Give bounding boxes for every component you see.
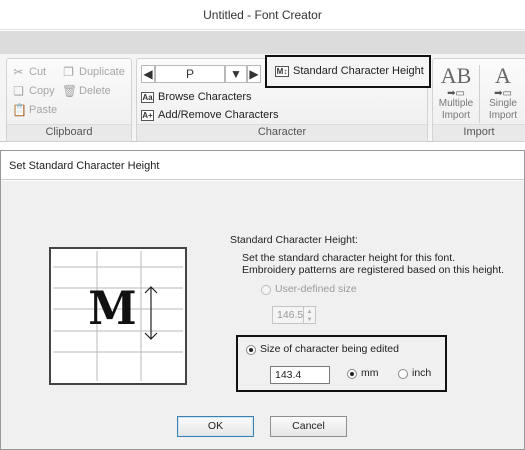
copy-label: Copy [29,85,55,97]
clipboard-group-label: Clipboard [45,126,93,138]
delete-label: Delete [79,85,111,97]
edited-size-field[interactable]: 143.4 [270,366,330,384]
import-arrow-icon: ➡▭ [447,88,465,99]
description-line-1: Set the standard character height for th… [242,252,456,264]
cut-label: Cut [29,66,47,78]
heading-label: Standard Character Height: [230,234,358,246]
ok-button[interactable]: OK [177,416,254,437]
import-arrow-icon: ➡▭ [494,88,512,99]
cancel-button[interactable]: Cancel [270,416,347,437]
ribbon-tab-strip [0,31,525,54]
arrow-left-icon: ◀ [143,67,153,81]
scissors-icon: ✂ [13,65,24,79]
add-remove-characters-label: Add/Remove Characters [158,109,279,121]
font-creator-window: Untitled - Font Creator ✂ Cut ❐ Duplicat… [0,0,525,146]
char-dropdown-button[interactable]: ▼ [225,65,247,83]
standard-character-height-label: Standard Character Height [293,65,424,77]
paste-button[interactable]: 📋 Paste [12,102,57,118]
edited-size-radio[interactable] [246,345,256,355]
unit-inch-radio[interactable] [398,369,408,379]
single-import-label-1: Single [489,98,517,109]
add-remove-characters-icon: A+ [141,109,154,121]
height-illustration: M [49,247,187,385]
dialog-title: Set Standard Character Height [9,160,160,172]
multiple-import-icon: AB [440,63,472,88]
duplicate-button[interactable]: ❐ Duplicate [62,64,125,80]
arrow-right-icon: ▶ [249,67,259,81]
single-import-label-2: Import [488,110,518,121]
user-defined-label: User-defined size [275,283,357,295]
user-defined-spinner[interactable]: ▲ ▼ [303,306,316,324]
delete-button[interactable]: 🗑 Delete [62,83,111,99]
browse-characters-label: Browse Characters [158,91,252,103]
character-group-label: Character [257,126,307,138]
ribbon: ✂ Cut ❐ Duplicate ❏ Copy 🗑 Delete 📋 Past… [0,54,525,142]
spin-up-icon: ▲ [306,309,313,315]
chevron-down-icon: ▼ [230,67,242,81]
user-defined-size-field[interactable]: 146.5 [272,306,304,324]
unit-mm-radio[interactable] [347,369,357,379]
copy-button[interactable]: ❏ Copy [12,83,55,99]
trash-icon: 🗑 [62,84,78,98]
title-bar: Untitled - Font Creator [0,0,525,30]
add-remove-characters-button[interactable]: A+ Add/Remove Characters [141,107,278,123]
multiple-import-button[interactable]: AB ➡▭ Multiple Import [435,63,477,125]
window-title: Untitled - Font Creator [203,8,322,22]
single-import-button[interactable]: A ➡▭ Single Import [482,63,524,125]
description-line-2: Embroidery patterns are registered based… [242,264,505,276]
single-import-icon: A [495,63,511,88]
standard-character-height-cmd: M↕ Standard Character Height [275,63,424,79]
next-char-button[interactable]: ▶ [247,65,261,83]
illustration-letter: M [88,281,137,335]
browse-characters-icon: Aa [141,91,154,103]
dialog-title-bar: Set Standard Character Height [1,151,524,180]
unit-mm-label: mm [361,367,379,379]
browse-characters-button[interactable]: Aa Browse Characters [141,89,252,105]
edited-size-label: Size of character being edited [260,343,399,355]
spin-down-icon: ▼ [306,317,313,323]
multiple-import-label-1: Multiple [438,98,474,109]
character-height-icon: M↕ [275,65,289,77]
import-group: AB ➡▭ Multiple Import A ➡▭ Single Import… [432,58,525,142]
cut-button[interactable]: ✂ Cut [12,64,46,80]
unit-inch-label: inch [412,367,432,379]
clipboard-group: ✂ Cut ❐ Duplicate ❏ Copy 🗑 Delete 📋 Past… [6,58,132,142]
import-divider [479,65,480,123]
clipboard-icon: 📋 [12,103,27,117]
paste-label: Paste [29,104,58,116]
import-group-label: Import [463,126,495,138]
copy-icon: ❏ [13,84,24,98]
duplicate-icon: ❐ [63,65,74,79]
current-char: P [185,67,194,81]
current-char-display[interactable]: P [155,65,225,83]
standard-character-height-button[interactable]: M↕ Standard Character Height [265,55,431,88]
duplicate-label: Duplicate [79,66,125,78]
multiple-import-label-2: Import [441,110,471,121]
user-defined-radio[interactable] [261,285,271,295]
previous-char-button[interactable]: ◀ [141,65,155,83]
